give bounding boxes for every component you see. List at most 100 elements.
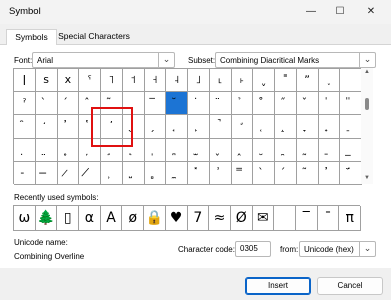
symbol-cell[interactable]: ́: [275, 161, 297, 185]
symbol-cell[interactable]: ˤ: [79, 69, 101, 93]
scroll-down-icon[interactable]: ▼: [361, 175, 373, 181]
scrollbar-thumb[interactable]: [365, 98, 369, 110]
symbol-cell[interactable]: ˨: [166, 69, 188, 93]
symbol-cell[interactable]: ˦: [122, 69, 145, 93]
symbol-cell[interactable]: s: [35, 69, 58, 93]
symbol-cell[interactable]: ̶: [35, 161, 58, 185]
symbol-cell[interactable]: ̭: [231, 138, 254, 162]
symbol-cell[interactable]: ́: [57, 92, 80, 116]
symbol-cell[interactable]: ̩: [144, 138, 167, 162]
symbol-cell[interactable]: ̆: [166, 92, 188, 116]
symbol-cell[interactable]: ̎: [340, 92, 362, 116]
symbol-cell[interactable]: ̝: [275, 115, 297, 139]
symbol-cell[interactable]: ̱: [318, 138, 341, 162]
symbol-cell[interactable]: ̌: [296, 92, 319, 116]
tab-special-characters[interactable]: Special Characters: [58, 29, 130, 46]
symbol-cell[interactable]: ̀: [35, 92, 58, 116]
symbol-cell[interactable]: ̽: [188, 161, 210, 185]
symbol-cell[interactable]: ̟: [318, 115, 341, 139]
symbol-cell[interactable]: ̿: [231, 161, 254, 185]
close-button[interactable]: ✕: [356, 0, 386, 24]
symbol-cell[interactable]: ̬: [209, 138, 232, 162]
symbol-cell[interactable]: ̈́: [340, 161, 362, 185]
from-select[interactable]: Unicode (hex) ⌄: [299, 241, 376, 257]
scroll-up-icon[interactable]: ▲: [361, 69, 373, 75]
symbol-cell[interactable]: ̋: [275, 92, 297, 116]
symbol-cell[interactable]: ̲: [340, 138, 362, 162]
recent-symbol[interactable]: ø: [122, 206, 145, 231]
symbol-cell[interactable]: ̀: [253, 161, 275, 185]
symbol-cell[interactable]: [340, 69, 362, 93]
symbol-cell[interactable]: ̈: [209, 92, 232, 116]
tab-symbols[interactable]: Symbols: [6, 29, 57, 46]
symbol-cell[interactable]: ˧: [144, 69, 167, 93]
symbol-cell[interactable]: ̾: [209, 161, 232, 185]
recent-symbol[interactable]: ≈: [209, 206, 231, 231]
cancel-button[interactable]: Cancel: [317, 277, 383, 295]
symbol-cell[interactable]: ̇: [188, 92, 210, 116]
symbol-cell[interactable]: ̠: [340, 115, 362, 139]
symbol-cell[interactable]: ̵: [14, 161, 36, 185]
recent-symbol[interactable]: π: [339, 206, 361, 231]
symbol-cell[interactable]: ̥: [57, 138, 80, 162]
symbol-cell[interactable]: x: [57, 69, 80, 93]
symbol-cell[interactable]: ̹: [101, 161, 123, 185]
symbol-cell[interactable]: ̘: [166, 115, 188, 139]
insert-button[interactable]: Insert: [245, 277, 311, 295]
symbol-cell[interactable]: ̸: [79, 161, 101, 185]
symbol-cell[interactable]: ̻: [144, 161, 167, 185]
recent-symbol[interactable]: A: [100, 206, 123, 231]
symbol-cell[interactable]: ̑: [14, 115, 36, 139]
grid-scrollbar[interactable]: ▲ ▼: [361, 68, 373, 184]
character-code-input[interactable]: 0305: [235, 241, 271, 257]
symbol-cell[interactable]: ̓: [318, 161, 341, 185]
symbol-cell[interactable]: ̙: [188, 115, 210, 139]
recent-symbol[interactable]: 🌲: [35, 206, 58, 231]
recent-symbol[interactable]: ‾: [295, 206, 318, 231]
symbol-cell[interactable]: ̤: [35, 138, 58, 162]
symbol-cell[interactable]: ˯: [318, 69, 341, 93]
symbol-cell[interactable]: ˮ: [296, 69, 319, 93]
symbol-cell[interactable]: ˫: [231, 69, 254, 93]
maximize-button[interactable]: ☐: [325, 0, 355, 24]
recent-symbol[interactable]: ✉: [252, 206, 275, 231]
symbol-cell[interactable]: ̷: [57, 161, 80, 185]
symbol-cell[interactable]: ˥: [101, 69, 123, 93]
recent-symbol[interactable]: α: [79, 206, 101, 231]
symbol-cell[interactable]: ̉: [231, 92, 254, 116]
minimize-button[interactable]: —: [296, 0, 326, 24]
symbol-cell[interactable]: ̰: [296, 138, 319, 162]
symbol-cell[interactable]: ˪: [209, 69, 232, 93]
symbol-cell[interactable]: ˭: [275, 69, 297, 93]
font-select[interactable]: Arial ⌄: [32, 52, 175, 68]
recent-symbol[interactable]: [274, 206, 296, 231]
recent-symbol[interactable]: Ø: [230, 206, 253, 231]
recent-symbol[interactable]: ω: [14, 206, 36, 231]
symbol-cell[interactable]: ̞: [296, 115, 319, 139]
symbol-cell[interactable]: ̒: [35, 115, 58, 139]
symbol-cell[interactable]: ̚: [209, 115, 232, 139]
recent-symbol[interactable]: ¯: [317, 206, 340, 231]
recent-symbol[interactable]: 7: [187, 206, 210, 231]
symbol-cell[interactable]: ̯: [275, 138, 297, 162]
recent-symbol[interactable]: ♥: [165, 206, 188, 231]
symbol-cell[interactable]: ̊: [253, 92, 275, 116]
symbol-cell[interactable]: ̺: [122, 161, 145, 185]
symbol-cell[interactable]: ˀ: [14, 92, 36, 116]
symbol-cell[interactable]: ˩: [188, 69, 210, 93]
symbol-cell[interactable]: ͂: [296, 161, 319, 185]
subset-select[interactable]: Combining Diacritical Marks ⌄: [215, 52, 376, 68]
symbol-cell[interactable]: ̣: [14, 138, 36, 162]
symbol-cell[interactable]: ǀ: [14, 69, 36, 93]
symbol-cell[interactable]: ̮: [253, 138, 275, 162]
recent-symbol[interactable]: 🔒: [144, 206, 166, 231]
symbol-cell[interactable]: ̫: [188, 138, 210, 162]
symbol-cell[interactable]: ̛: [231, 115, 254, 139]
symbol-cell[interactable]: ˬ: [253, 69, 275, 93]
symbol-cell[interactable]: ̗: [144, 115, 167, 139]
symbol-cell[interactable]: ̓: [57, 115, 80, 139]
symbol-cell[interactable]: ̪: [166, 138, 188, 162]
recent-symbol[interactable]: ▯: [57, 206, 80, 231]
symbol-cell[interactable]: ̜: [253, 115, 275, 139]
symbol-cell[interactable]: ̼: [166, 161, 188, 185]
